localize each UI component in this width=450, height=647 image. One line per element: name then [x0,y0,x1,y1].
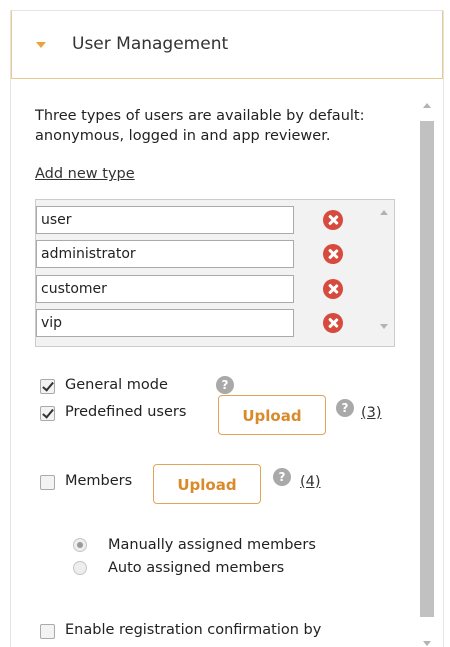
help-icon[interactable]: ? [336,399,354,417]
auto-assigned-radio[interactable] [73,561,87,575]
scroll-down-arrow-icon[interactable] [423,641,431,646]
user-type-input[interactable]: administrator [36,240,294,268]
members-count-link[interactable]: (4) [300,474,321,490]
general-mode-label: General mode [65,377,168,393]
members-label: Members [65,473,133,489]
add-new-type-link[interactable]: Add new type [35,166,135,182]
user-type-input[interactable]: vip [36,309,294,337]
user-type-input[interactable]: user [36,206,294,234]
help-icon[interactable]: ? [273,468,291,486]
members-checkbox[interactable] [40,475,55,490]
predefined-users-label: Predefined users [65,404,187,420]
types-scrollbar[interactable] [376,202,392,344]
auto-assigned-label: Auto assigned members [108,560,285,576]
registration-confirmation-label: Enable registration confirmation by [65,622,322,638]
predefined-users-upload-button[interactable]: Upload [218,395,326,435]
manually-assigned-radio[interactable] [73,538,87,552]
delete-icon[interactable] [323,279,343,299]
section-body: Three types of users are available by de… [11,79,443,647]
delete-icon[interactable] [323,313,343,333]
caret-down-icon[interactable] [36,42,46,48]
delete-icon[interactable] [323,244,343,264]
help-icon[interactable]: ? [216,376,234,394]
user-types-list[interactable]: user administrator customer vip [35,199,395,347]
delete-icon[interactable] [323,210,343,230]
user-management-panel: User Management Three types of users are… [10,10,444,647]
user-type-input[interactable]: customer [36,275,294,303]
general-mode-checkbox[interactable] [40,379,55,394]
scrollbar-thumb[interactable] [420,121,434,617]
predefined-users-count-link[interactable]: (3) [361,405,382,421]
description-text: Three types of users are available by de… [35,108,365,144]
manually-assigned-label: Manually assigned members [108,537,316,553]
section-title: User Management [72,34,229,54]
panel-scrollbar[interactable] [419,99,435,647]
scroll-down-arrow-icon[interactable] [380,324,388,329]
scroll-up-arrow-icon[interactable] [380,210,388,215]
scroll-up-arrow-icon[interactable] [423,103,431,108]
section-header[interactable]: User Management [11,11,443,79]
members-upload-button[interactable]: Upload [153,464,261,504]
predefined-users-checkbox[interactable] [40,406,55,421]
registration-confirmation-checkbox[interactable] [40,624,55,639]
